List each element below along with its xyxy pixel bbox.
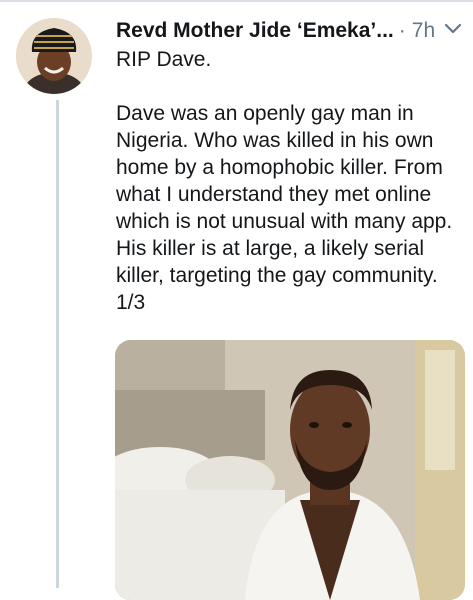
tweet-text-line: His killer is at large, a likely serial [116,237,425,260]
separator-dot: · [398,19,406,42]
tweet-photo[interactable] [115,340,465,600]
thread-line [56,100,59,588]
author-name[interactable]: Revd Mother Jide ‘Emeka’... [116,19,394,43]
chevron-down-icon[interactable] [440,16,466,40]
top-divider [0,0,473,2]
tweet-time[interactable]: 7h [412,19,435,43]
avatar[interactable] [16,18,92,94]
tweet-text-line: which is not unusual with many app. [116,210,453,233]
tweet-text-line: Nigeria. Who was killed in his own [116,129,434,152]
tweet-text-line: what I understand they met online [116,183,432,206]
tweet-text: RIP Dave. Dave was an openly gay man in … [116,46,464,316]
tweet-text-line: Dave was an openly gay man in [116,102,414,125]
tweet-text-line: 1/3 [116,291,146,314]
tweet-text-line: RIP Dave. [116,48,212,71]
tweet-header: Revd Mother Jide ‘Emeka’... · 7h [116,16,435,46]
tweet-text-line: killer, targeting the gay community. [116,264,438,287]
tweet-text-line: home by a homophobic killer. From [116,156,443,179]
